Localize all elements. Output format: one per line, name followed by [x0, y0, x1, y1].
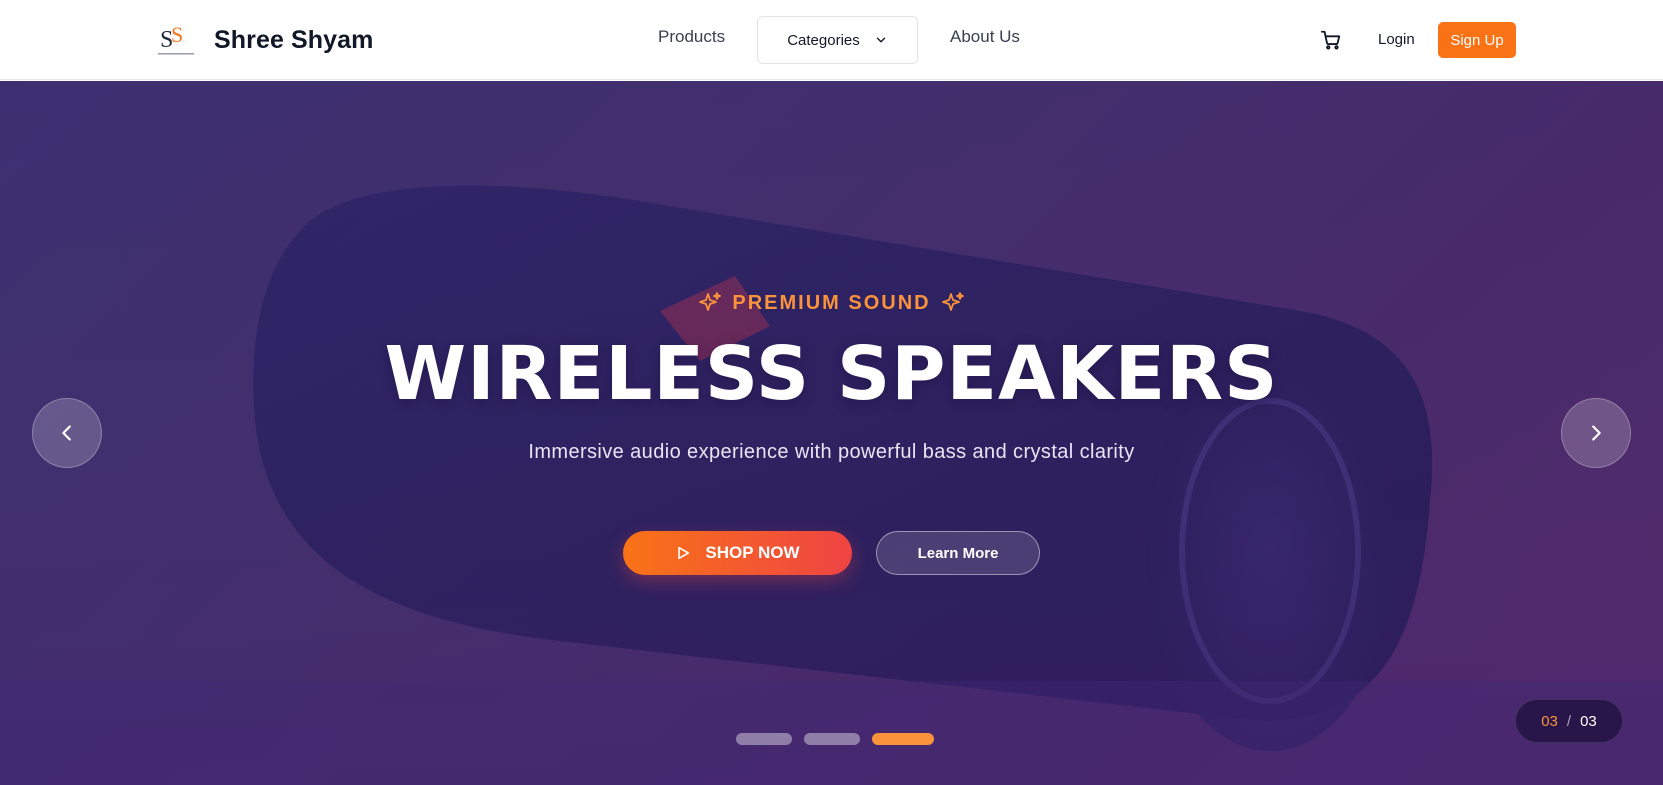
carousel-indicators — [736, 733, 934, 745]
hero-eyebrow: PREMIUM SOUND — [0, 291, 1663, 315]
learn-more-button[interactable]: Learn More — [876, 531, 1040, 575]
shopping-cart-icon[interactable] — [1320, 29, 1342, 51]
sparkle-icon — [941, 292, 964, 311]
hero-carousel: PREMIUM SOUND WIRELESS SPEAKERS Immersiv… — [0, 81, 1663, 785]
hero-overlay — [0, 81, 1663, 785]
nav-products-link[interactable]: Products — [658, 27, 725, 47]
carousel-dot-3[interactable] — [872, 733, 934, 745]
nav-about-link[interactable]: About Us — [950, 27, 1020, 47]
categories-label: Categories — [787, 31, 860, 49]
carousel-dot-1[interactable] — [736, 733, 792, 745]
hero-eyebrow-text: PREMIUM SOUND — [732, 291, 931, 314]
signup-button[interactable]: Sign Up — [1438, 22, 1516, 58]
shop-now-label: SHOP NOW — [705, 543, 800, 562]
logo-icon: S S — [158, 22, 194, 55]
hero-headline: WIRELESS SPEAKERS — [384, 331, 1279, 417]
carousel-next-button[interactable] — [1561, 398, 1631, 468]
navbar: S S Shree Shyam Products Categories Abou… — [0, 0, 1663, 80]
svg-text:S: S — [171, 22, 183, 47]
chevron-down-icon — [876, 37, 885, 43]
play-icon — [678, 546, 690, 560]
brand-name: Shree Shyam — [214, 25, 374, 54]
sparkle-icon — [699, 292, 722, 311]
carousel-dot-2[interactable] — [804, 733, 860, 745]
shop-now-button[interactable]: SHOP NOW — [623, 531, 852, 575]
slide-counter-total: 03 — [1580, 712, 1597, 730]
chevron-left-icon — [62, 425, 71, 441]
login-link[interactable]: Login — [1378, 31, 1415, 48]
brand-link[interactable]: S S Shree Shyam — [154, 20, 374, 60]
slide-counter: 03 / 03 — [1515, 699, 1623, 743]
chevron-right-icon — [1592, 425, 1601, 441]
hero-subheadline: Immersive audio experience with powerful… — [528, 441, 1135, 463]
slide-counter-current: 03 — [1541, 712, 1558, 730]
categories-dropdown[interactable]: Categories — [757, 16, 918, 64]
carousel-prev-button[interactable] — [32, 398, 102, 468]
slide-counter-separator: / — [1566, 712, 1572, 730]
